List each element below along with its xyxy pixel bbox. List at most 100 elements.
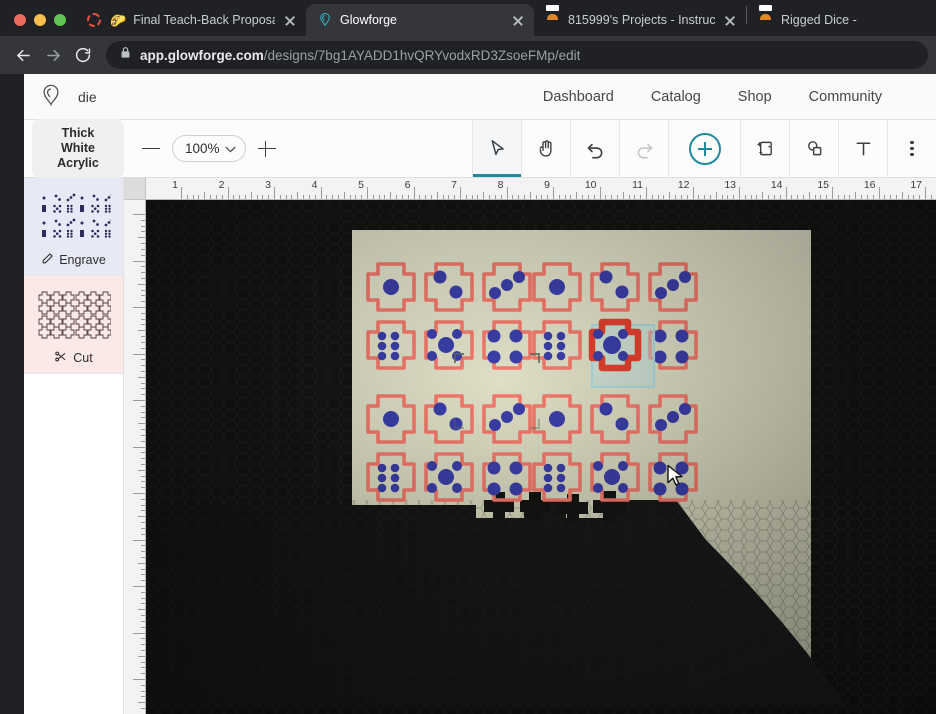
ruler-subtick [436,192,438,199]
ruler-subtick [233,195,235,199]
glowforge-app: die Dashboard Catalog Shop Community Thi… [24,74,936,714]
ruler-subtick [570,195,572,199]
zoom-out-button[interactable] [140,138,162,160]
tab-close-icon[interactable] [510,12,526,28]
ruler-tick [506,187,508,199]
zoom-controls: 100% [140,120,278,177]
add-artwork-button[interactable] [668,120,740,177]
ruler-subtick [343,192,345,199]
zoom-in-button[interactable] [256,138,278,160]
glowforge-logo-icon[interactable] [38,83,64,111]
ruler-subtick [138,376,145,378]
ruler-subtick [141,667,145,669]
ruler-subtick [141,690,145,692]
step-cut-label: Cut [73,351,93,365]
ruler-subtick [141,405,145,407]
horizontal-ruler[interactable]: 1 2 3 4 5 6 7 8 9 10 11 12 13 14 15 16 17 [146,178,936,200]
ruler-origin-corner [124,178,146,200]
text-button[interactable] [838,120,887,177]
window-traffic-lights [0,14,76,36]
ruler-subtick [141,551,145,553]
instructables-icon [758,12,774,28]
ruler-label: 2 [218,179,225,191]
ruler-subtick [138,469,145,471]
ruler-subtick [198,195,200,199]
nav-link-dashboard[interactable]: Dashboard [543,89,614,105]
ruler-subtick [141,615,145,617]
ruler-subtick [657,195,659,199]
nav-link-catalog[interactable]: Catalog [651,89,701,105]
ruler-subtick [186,195,188,199]
back-button[interactable] [8,40,38,70]
reload-button[interactable] [68,40,98,70]
ruler-label: 13 [724,179,736,191]
ruler-subtick [779,195,781,199]
ruler-subtick [141,254,145,256]
ruler-subtick [250,192,252,199]
laser-bed-preview[interactable] [146,200,936,714]
ruler-tick [133,353,145,355]
browser-tab-815999s-projects[interactable]: 815999's Projects - Instructab [534,4,746,36]
shapes-button[interactable] [789,120,838,177]
ruler-subtick [797,195,799,199]
step-engrave[interactable]: Engrave [24,178,123,276]
ruler-subtick [489,195,491,199]
ruler-subtick [605,195,607,199]
ruler-subtick [361,195,363,199]
tab-close-icon[interactable] [282,12,298,28]
zoom-level-select[interactable]: 100% [172,135,246,162]
step-cut[interactable]: Cut [24,276,123,374]
ruler-subtick [442,195,444,199]
close-window-button[interactable] [14,14,26,26]
chevron-down-icon [225,141,236,156]
ruler-subtick [141,359,145,361]
ruler-subtick [141,545,145,547]
url-input[interactable]: app.glowforge.com/designs/7bg1AYADD1hvQR… [106,41,928,69]
ruler-label: 17 [910,179,922,191]
ruler-subtick [141,440,145,442]
select-tool[interactable] [472,120,521,177]
ruler-subtick [141,388,145,390]
design-canvas-area[interactable]: 1234567891011121314151617 1234567891011 [124,178,936,714]
pan-tool[interactable] [521,120,570,177]
undo-button[interactable] [570,120,619,177]
ruler-subtick [141,620,145,622]
ruler-subtick [141,638,145,640]
forward-button[interactable] [38,40,68,70]
ruler-label: 14 [770,179,783,191]
ruler-subtick [704,195,706,199]
browser-tab-final-teach-back-proposal[interactable]: 🌮 Final Teach-Back Proposal [76,4,306,36]
ruler-subtick [843,195,845,199]
magic-canvas-button[interactable] [740,120,789,177]
vertical-ruler[interactable]: 1234567891011 [124,200,146,714]
ruler-subtick [262,195,264,199]
material-selector-button[interactable]: Thick White Acrylic [32,119,124,178]
ruler-subtick [349,195,351,199]
ruler-subtick [138,423,145,425]
tab-close-icon[interactable] [722,12,738,28]
minimize-window-button[interactable] [34,14,46,26]
ruler-subtick [141,696,145,698]
ruler-label: 10 [584,179,597,191]
ruler-subtick [141,708,145,710]
maximize-window-button[interactable] [54,14,66,26]
ruler-subtick [518,195,520,199]
browser-omnibox-row: app.glowforge.com/designs/7bg1AYADD1hvQR… [0,36,936,74]
nav-link-community[interactable]: Community [809,89,882,105]
ruler-subtick [141,301,145,303]
more-menu-button[interactable] [887,120,936,177]
ruler-subtick [901,192,903,199]
ruler-label: 5 [358,179,364,191]
ruler-subtick [663,195,665,199]
design-name[interactable]: die [78,89,97,105]
ruler-subtick [256,195,258,199]
ruler-tick [227,187,229,199]
nav-link-shop[interactable]: Shop [738,89,772,105]
ruler-subtick [483,192,485,199]
ruler-subtick [141,591,145,593]
browser-tab-rigged-dice[interactable]: Rigged Dice - [747,4,865,36]
ruler-subtick [895,195,897,199]
ruler-tick [133,260,145,262]
browser-tab-glowforge[interactable]: Glowforge [306,4,534,36]
ruler-label: 1 [172,179,178,191]
